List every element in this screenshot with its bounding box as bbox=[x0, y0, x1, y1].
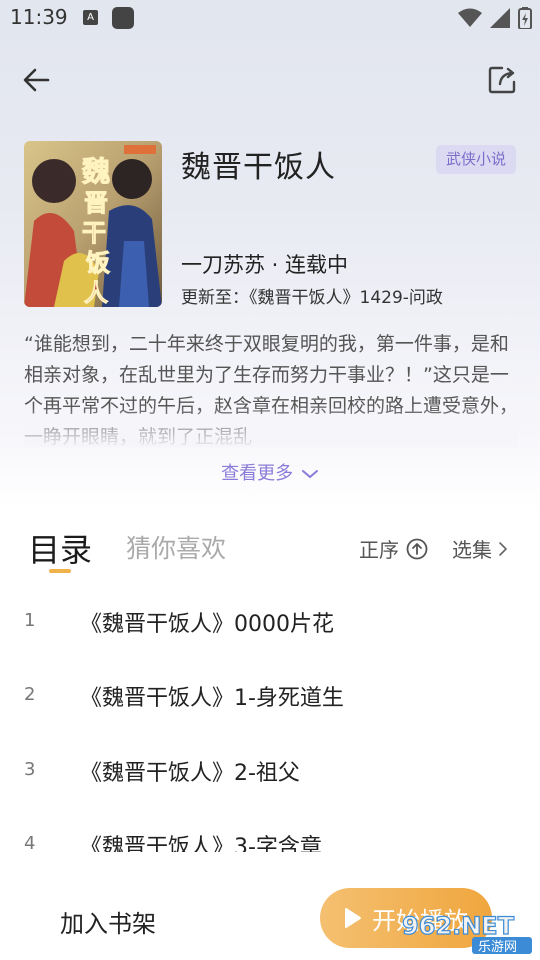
top-bar bbox=[0, 56, 540, 102]
chapter-title: 《魏晋干饭人》0000片花 bbox=[80, 612, 334, 637]
svg-text:人: 人 bbox=[84, 278, 108, 307]
chapter-row[interactable]: 3 《魏晋干饭人》2-祖父 bbox=[0, 735, 540, 809]
svg-text:魏: 魏 bbox=[82, 155, 110, 188]
description-fade bbox=[24, 405, 518, 447]
select-episodes-button[interactable]: 选集 bbox=[452, 534, 508, 563]
signal-icon bbox=[490, 8, 510, 28]
svg-text:乐游网: 乐游网 bbox=[478, 940, 517, 955]
svg-text:干: 干 bbox=[82, 218, 106, 247]
tab-indicator bbox=[49, 569, 71, 573]
wifi-icon bbox=[458, 8, 482, 27]
tab-bar: 目录 猜你喜欢 正序 选集 bbox=[0, 523, 540, 583]
share-icon[interactable] bbox=[486, 62, 520, 96]
sort-label: 正序 bbox=[359, 538, 399, 562]
chapter-title: 《魏晋干饭人》1-身死道生 bbox=[80, 686, 344, 711]
chapter-row[interactable]: 1 《魏晋干饭人》0000片花 bbox=[0, 586, 540, 660]
svg-text:饭: 饭 bbox=[86, 248, 110, 277]
book-cover[interactable]: 魏 晋 干 饭 人 bbox=[24, 141, 162, 307]
chevron-down-icon bbox=[301, 470, 318, 478]
watermark-logo: 962.NET 乐游网 bbox=[401, 911, 532, 955]
book-title: 魏晋干饭人 bbox=[181, 150, 336, 185]
chapter-title: 《魏晋干饭人》3-字含章 bbox=[80, 835, 322, 852]
chapter-number: 3 bbox=[24, 759, 36, 780]
see-more-label: 查看更多 bbox=[221, 463, 294, 484]
battery-icon bbox=[518, 7, 532, 29]
latest-update: 更新至：《魏晋干饭人》1429-问政 bbox=[181, 288, 443, 308]
cover-art: 魏 晋 干 饭 人 bbox=[24, 141, 162, 307]
back-arrow-icon[interactable] bbox=[18, 62, 54, 98]
select-label: 选集 bbox=[452, 538, 492, 562]
sort-up-icon bbox=[406, 538, 428, 559]
svg-text:962.NET: 962.NET bbox=[402, 912, 515, 940]
chevron-right-icon bbox=[499, 541, 507, 556]
see-more-button[interactable]: 查看更多 bbox=[0, 459, 540, 485]
chapter-list: 1 《魏晋干饭人》0000片花 2 《魏晋干饭人》1-身死道生 3 《魏晋干饭人… bbox=[0, 586, 540, 852]
status-icons bbox=[458, 6, 532, 30]
description: “谁能想到，二十年来终于双眼复明的我，第一件事，是和相亲对象，在乱世里为了生存而… bbox=[24, 329, 518, 447]
svg-text:晋: 晋 bbox=[84, 188, 108, 217]
chapter-number: 1 bbox=[24, 610, 36, 631]
play-icon bbox=[345, 908, 361, 928]
chapter-title: 《魏晋干饭人》2-祖父 bbox=[80, 761, 300, 786]
tab-recommend[interactable]: 猜你喜欢 bbox=[126, 529, 226, 565]
status-time: 11:39 bbox=[10, 5, 68, 29]
author-status: 一刀苏苏 · 连载中 bbox=[181, 253, 349, 277]
chapter-number: 4 bbox=[24, 833, 36, 852]
tab-catalog[interactable]: 目录 bbox=[28, 525, 92, 571]
sort-button[interactable]: 正序 bbox=[359, 534, 428, 563]
chapter-number: 2 bbox=[24, 684, 36, 705]
status-bar: 11:39 A bbox=[0, 0, 540, 36]
chapter-row[interactable]: 4 《魏晋干饭人》3-字含章 bbox=[0, 809, 540, 852]
genre-tag[interactable]: 武侠小说 bbox=[436, 145, 516, 174]
add-to-shelf-button[interactable]: 加入书架 bbox=[60, 904, 156, 939]
notification-a-icon: A bbox=[83, 10, 98, 25]
notification-square-icon bbox=[112, 7, 134, 29]
chapter-row[interactable]: 2 《魏晋干饭人》1-身死道生 bbox=[0, 660, 540, 734]
